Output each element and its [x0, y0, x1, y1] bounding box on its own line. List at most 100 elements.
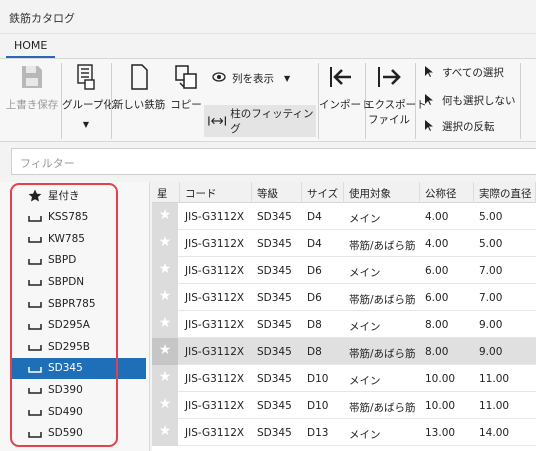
- title-bar: 鉄筋カタログ: [0, 0, 536, 34]
- column-header[interactable]: 使用対象: [344, 182, 420, 203]
- group-by-label: グループ化: [62, 99, 114, 111]
- table-row[interactable]: ★ JIS-G3112X SD345 D6 帯筋/あばら筋 6.00 7.00: [152, 284, 536, 311]
- table-row[interactable]: ★ JIS-G3112X SD345 D4 メイン 4.00 5.00: [152, 203, 536, 230]
- filter-input[interactable]: フィルター: [11, 148, 536, 175]
- select-none-button[interactable]: 何も選択しない: [422, 93, 516, 108]
- window-title: 鉄筋カタログ: [9, 12, 75, 25]
- star-toggle-icon[interactable]: ★: [152, 203, 178, 230]
- table-cell: メイン: [349, 375, 381, 387]
- group-by-button[interactable]: グループ化 ▼: [62, 63, 114, 129]
- column-header[interactable]: 実際の直径: [474, 182, 536, 203]
- table-cell: JIS-G3112X: [185, 346, 245, 358]
- table-cell: メイン: [349, 267, 381, 279]
- table-row[interactable]: ★ JIS-G3112X SD345 D4 帯筋/あばら筋 4.00 5.00: [152, 230, 536, 257]
- table-cell: JIS-G3112X: [185, 292, 245, 304]
- sidebar-item[interactable]: SD390: [10, 379, 146, 400]
- table-cell: SD345: [257, 238, 292, 250]
- sidebar-item[interactable]: 星付き: [10, 185, 146, 206]
- table-cell: 6.00: [425, 292, 449, 304]
- sidebar-item[interactable]: SBPR785: [10, 293, 146, 314]
- sidebar-item-label: KW785: [48, 232, 85, 245]
- show-columns-button[interactable]: 列を表示 ▼: [212, 71, 290, 86]
- table-cell: SD345: [257, 400, 292, 412]
- table-row[interactable]: ★ JIS-G3112X SD345 D8 帯筋/あばら筋 8.00 9.00: [152, 338, 536, 365]
- sidebar-item[interactable]: SD490: [10, 401, 146, 422]
- export-file-button[interactable]: エクスポート ファイル: [364, 63, 427, 127]
- table-row[interactable]: ★ JIS-G3112X SD345 D6 メイン 6.00 7.00: [152, 257, 536, 284]
- save-icon: [22, 66, 42, 88]
- column-fitting-label: 柱のフィッティング: [230, 108, 314, 135]
- eye-icon: [212, 72, 226, 85]
- tray-icon: [28, 383, 42, 395]
- table-cell: SD345: [257, 211, 292, 223]
- new-rebar-button[interactable]: 新しい鉄筋: [112, 63, 166, 112]
- tray-icon: [28, 340, 42, 352]
- import-button[interactable]: インポート: [319, 63, 372, 112]
- tray-icon: [28, 297, 42, 309]
- table-cell: JIS-G3112X: [185, 373, 245, 385]
- filter-bar: フィルター: [0, 142, 536, 182]
- sidebar-item-label: SD345: [48, 362, 83, 375]
- star-toggle-icon[interactable]: ★: [152, 392, 178, 419]
- column-fitting-icon: [208, 116, 226, 126]
- copy-button[interactable]: コピー: [166, 63, 206, 112]
- star-toggle-icon[interactable]: ★: [152, 230, 178, 257]
- table-cell: 5.00: [479, 238, 503, 250]
- table-row[interactable]: ★ JIS-G3112X SD345 D10 帯筋/あばら筋 10.00 11.00: [152, 392, 536, 419]
- sidebar-item-label: SBPD: [48, 254, 77, 267]
- select-all-button[interactable]: すべての選択: [422, 65, 504, 80]
- table-cell: 9.00: [479, 346, 503, 358]
- table-row[interactable]: ★ JIS-G3112X SD345 D8 メイン 8.00 9.00: [152, 311, 536, 338]
- select-all-label: すべての選択: [442, 67, 504, 79]
- table-cell: メイン: [349, 213, 381, 225]
- star-icon: [28, 189, 42, 202]
- copy-icon: [175, 65, 197, 89]
- sidebar-item[interactable]: SD295A: [10, 315, 146, 336]
- import-label: インポート: [319, 99, 372, 111]
- sidebar-item[interactable]: SD590: [10, 423, 146, 444]
- star-toggle-icon[interactable]: ★: [152, 257, 178, 284]
- star-toggle-icon[interactable]: ★: [152, 311, 178, 338]
- rebar-table: 星コード 等級 サイズ 使用対象 公称径 実際の直径 ★ JIS-G3112X SD345 D4…: [152, 182, 536, 451]
- table-row[interactable]: ★ JIS-G3112X SD345 D10 メイン 10.00 11.00: [152, 365, 536, 392]
- sidebar-item[interactable]: KSS785: [10, 207, 146, 228]
- tab-home[interactable]: HOME: [6, 34, 56, 58]
- grade-sidebar: 星付き KSS785 KW785 SBPD SBPDN SBPR785 SD295A SD29…: [0, 182, 150, 451]
- tray-icon: [28, 211, 42, 223]
- sidebar-item-label: SBPR785: [48, 297, 96, 310]
- star-toggle-icon[interactable]: ★: [152, 365, 178, 392]
- tray-icon: [28, 254, 42, 266]
- column-header[interactable]: 星: [152, 182, 180, 203]
- table-cell: D13: [307, 427, 329, 439]
- overwrite-save-button[interactable]: 上書き保存: [4, 63, 60, 112]
- table-row[interactable]: ★ JIS-G3112X SD345 D13 メイン 13.00 14.00: [152, 419, 536, 446]
- export-arrow-icon: [378, 67, 401, 87]
- sidebar-item-label: SBPDN: [48, 275, 85, 288]
- tray-icon: [28, 405, 42, 417]
- star-toggle-icon[interactable]: ★: [152, 284, 178, 311]
- column-fitting-button[interactable]: 柱のフィッティング: [204, 105, 316, 137]
- table-cell: メイン: [349, 429, 381, 441]
- sidebar-item[interactable]: KW785: [10, 228, 146, 249]
- column-header[interactable]: 等級: [252, 182, 302, 203]
- table-cell: 10.00: [425, 400, 456, 412]
- star-toggle-icon[interactable]: ★: [152, 338, 178, 365]
- column-header[interactable]: 公称径: [420, 182, 474, 203]
- star-toggle-icon[interactable]: ★: [152, 419, 178, 446]
- table-cell: メイン: [349, 321, 381, 333]
- sidebar-item[interactable]: SD295B: [10, 336, 146, 357]
- table-cell: D10: [307, 400, 329, 412]
- show-columns-label: 列を表示: [232, 73, 274, 85]
- table-cell: SD345: [257, 265, 292, 277]
- sidebar-item[interactable]: SD345: [10, 357, 146, 379]
- sidebar-item[interactable]: SBPD: [10, 250, 146, 271]
- table-cell: 6.00: [425, 265, 449, 277]
- sidebar-item[interactable]: SBPDN: [10, 271, 146, 292]
- chevron-down-icon: ▼: [82, 120, 90, 129]
- table-cell: 帯筋/あばら筋: [349, 402, 416, 414]
- column-header[interactable]: サイズ: [302, 182, 344, 203]
- invert-selection-button[interactable]: 選択の反転: [422, 119, 495, 134]
- column-header[interactable]: コード: [180, 182, 252, 203]
- table-cell: JIS-G3112X: [185, 265, 245, 277]
- table-cell: 7.00: [479, 265, 503, 277]
